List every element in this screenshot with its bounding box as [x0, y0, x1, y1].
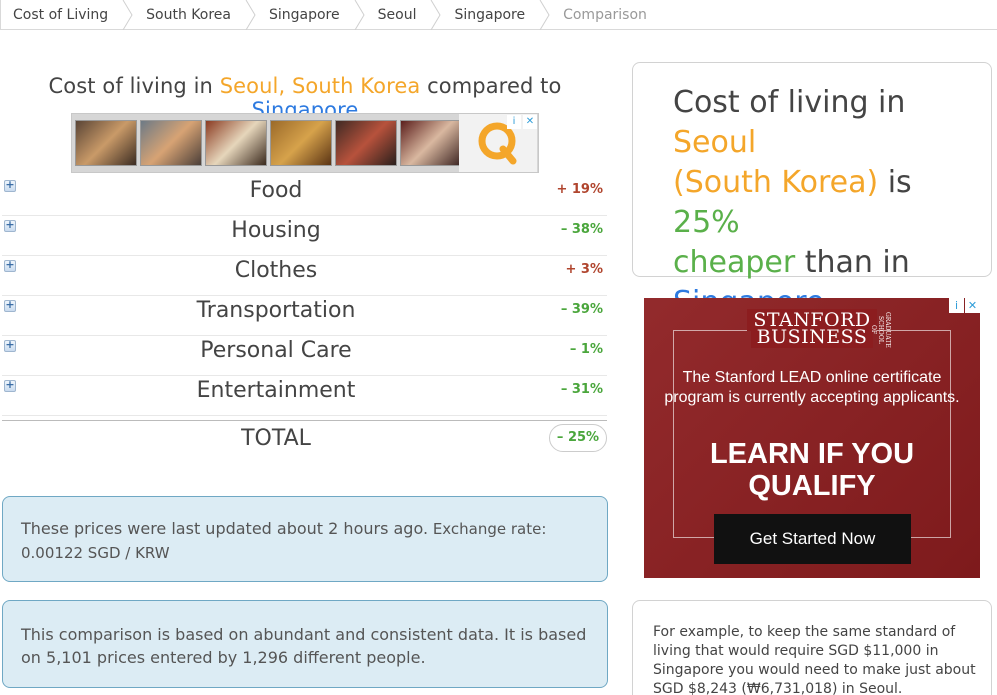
- ad-thumbnail: [205, 120, 267, 166]
- category-row: Housing – 38%: [2, 216, 607, 256]
- ad-thumbnail: [140, 120, 202, 166]
- breadcrumb-item: Comparison: [563, 6, 647, 23]
- example-text: For example, to keep the same standard o…: [653, 624, 976, 695]
- breadcrumb: Cost of Living South Korea Singapore Seoul S…: [0, 0, 997, 30]
- category-delta: – 1%: [569, 342, 603, 357]
- summary-is: is: [878, 165, 912, 200]
- ad-body-text: The Stanford LEAD online certificate pro…: [664, 369, 960, 406]
- brand-sub: GRADUATE SCHOOL OF: [870, 312, 891, 348]
- category-row: Transportation – 39%: [2, 296, 607, 336]
- total-row: TOTAL – 25%: [2, 420, 607, 456]
- ad-info-icon[interactable]: i: [507, 115, 521, 129]
- ad-info-icon[interactable]: i: [949, 298, 964, 313]
- category-delta: + 3%: [565, 262, 604, 277]
- ad-thumbnail: [75, 120, 137, 166]
- category-delta: – 39%: [560, 302, 603, 317]
- category-delta: – 31%: [560, 382, 603, 397]
- summary-cheaper: cheaper: [673, 245, 796, 280]
- category-delta: – 38%: [560, 222, 603, 237]
- breadcrumb-item[interactable]: Seoul: [366, 0, 431, 30]
- data-info-text: This comparison is based on abundant and…: [21, 625, 587, 667]
- breadcrumb-item[interactable]: Singapore: [442, 0, 539, 30]
- category-label: Food: [249, 178, 303, 203]
- category-label: Transportation: [196, 298, 356, 323]
- category-label: Housing: [231, 218, 321, 243]
- data-info-box: This comparison is based on abundant and…: [2, 600, 608, 688]
- get-started-button[interactable]: Get Started Now: [714, 514, 911, 564]
- chevron-right-icon: [122, 0, 133, 30]
- category-row: Food + 19%: [2, 176, 607, 216]
- category-label: Personal Care: [200, 338, 352, 363]
- summary-than: than in: [795, 245, 910, 280]
- summary-box: Cost of living in Seoul (South Korea) is…: [632, 62, 992, 320]
- title-prefix: Cost of living in: [48, 74, 220, 98]
- ad-headline: LEARN IF YOU QUALIFY: [709, 438, 915, 502]
- summary-country[interactable]: (South Korea): [673, 165, 878, 200]
- title-middle: compared to: [420, 74, 562, 98]
- stanford-ad[interactable]: STANFORD BUSINESS GRADUATE SCHOOL OF The…: [644, 298, 980, 578]
- ad-thumbnail: [400, 120, 462, 166]
- chevron-right-icon: [539, 0, 550, 30]
- update-text: These prices were last updated about 2 h…: [21, 519, 429, 538]
- ad-thumbnail: [335, 120, 397, 166]
- top-ad-banner[interactable]: i ✕: [71, 113, 539, 173]
- category-label: Clothes: [234, 258, 318, 283]
- total-label: TOTAL: [241, 426, 311, 451]
- category-label: Entertainment: [196, 378, 356, 403]
- category-delta: + 19%: [556, 182, 603, 197]
- stanford-logo: STANFORD BUSINESS GRADUATE SCHOOL OF: [644, 309, 980, 348]
- total-badge: – 25%: [549, 424, 607, 452]
- ad-thumbnail: [270, 120, 332, 166]
- category-row: Clothes + 3%: [2, 256, 607, 296]
- category-row: Personal Care – 1%: [2, 336, 607, 376]
- summary-prefix: Cost of living in: [673, 85, 906, 120]
- title-city-link[interactable]: Seoul, South Korea: [220, 74, 421, 98]
- example-box: For example, to keep the same standard o…: [632, 600, 992, 695]
- category-row: Entertainment – 31%: [2, 376, 607, 416]
- chevron-right-icon: [431, 0, 442, 30]
- ad-frame: [673, 330, 951, 538]
- brand-line2: BUSINESS: [750, 326, 874, 348]
- chevron-right-icon: [354, 0, 365, 30]
- ad-close-icon[interactable]: ✕: [965, 298, 980, 313]
- breadcrumb-item[interactable]: Singapore: [257, 0, 354, 30]
- breadcrumb-item[interactable]: South Korea: [134, 0, 245, 30]
- chevron-right-icon: [245, 0, 256, 30]
- summary-percent: 25%: [673, 205, 740, 240]
- ad-close-icon[interactable]: ✕: [523, 115, 537, 129]
- breadcrumb-item[interactable]: Cost of Living: [0, 0, 122, 30]
- update-info-box: These prices were last updated about 2 h…: [2, 496, 608, 582]
- summary-city[interactable]: Seoul: [673, 125, 756, 160]
